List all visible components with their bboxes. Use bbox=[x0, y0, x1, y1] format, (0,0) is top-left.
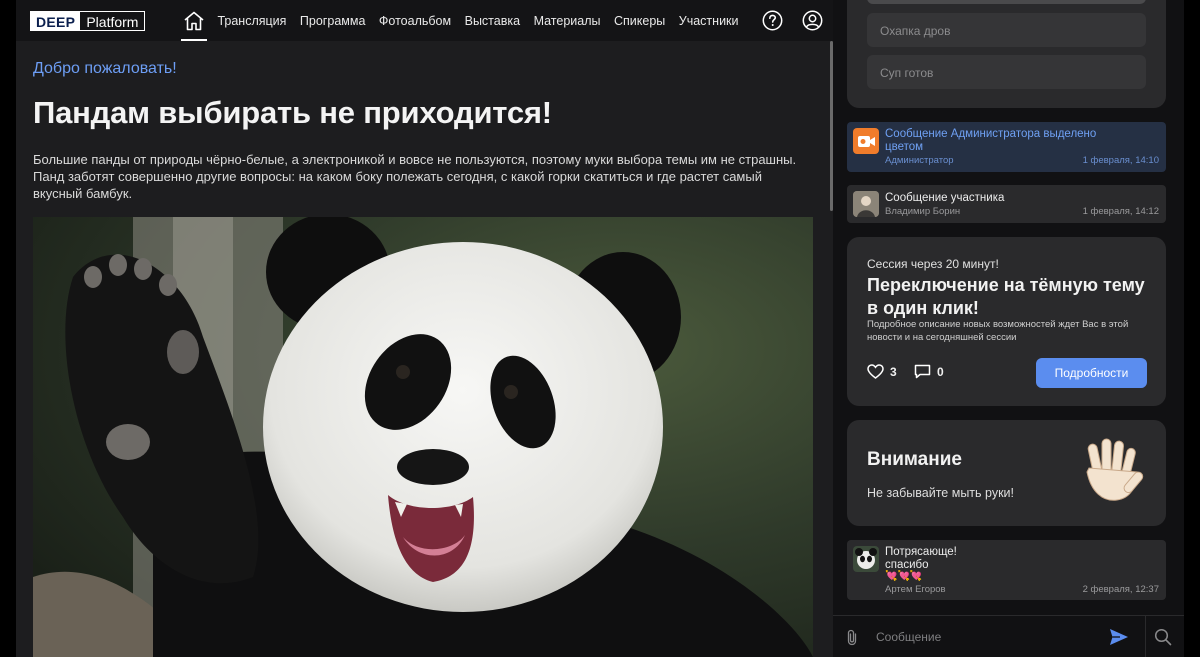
composer-divider bbox=[1145, 616, 1146, 657]
message-composer: Сообщение bbox=[833, 615, 1184, 657]
deep-platform-logo[interactable]: DEEP Platform bbox=[30, 10, 146, 31]
heart-icon bbox=[867, 364, 884, 379]
logo-platform-text: Platform bbox=[86, 13, 139, 30]
panda-photo bbox=[33, 217, 813, 657]
attention-text: Не забывайте мыть руки! bbox=[867, 486, 1014, 500]
session-description: Подробное описание новых возможностей жд… bbox=[867, 319, 1129, 343]
message-author: Артем Егоров bbox=[885, 584, 946, 595]
search-button[interactable] bbox=[1154, 628, 1172, 651]
chat-message-participant[interactable]: Сообщение участника Владимир Борин 1 фев… bbox=[847, 185, 1166, 223]
message-text: Потрясающе! спасибо 💘💘💘 bbox=[885, 546, 957, 584]
message-emoji: 💘💘💘 bbox=[885, 571, 923, 582]
nav-exhibition[interactable]: Выставка bbox=[465, 14, 520, 28]
search-icon bbox=[1154, 628, 1172, 646]
avatar bbox=[853, 191, 879, 217]
right-panel: Охапка дров Суп готов Сообщение Админист… bbox=[833, 0, 1184, 657]
message-time: 1 февраля, 14:10 bbox=[1082, 155, 1159, 166]
message-author: Администратор bbox=[885, 155, 954, 166]
article-lead: Большие панды от природы чёрно-белые, а … bbox=[33, 152, 797, 201]
avatar bbox=[853, 546, 879, 572]
send-button[interactable] bbox=[1109, 628, 1129, 651]
nav-speakers[interactable]: Спикеры bbox=[614, 14, 665, 28]
details-button[interactable]: Подробности bbox=[1036, 358, 1147, 388]
message-line-2: спасибо bbox=[885, 558, 929, 571]
nav-program[interactable]: Программа bbox=[300, 14, 366, 28]
profile-button[interactable] bbox=[801, 10, 823, 32]
chat-message-admin[interactable]: Сообщение Администратора выделено цветом… bbox=[847, 122, 1166, 172]
nav-photo-album[interactable]: Фотоальбом bbox=[379, 14, 451, 28]
nav-participants[interactable]: Участники bbox=[679, 14, 739, 28]
like-count: 3 bbox=[890, 364, 897, 379]
session-card: Сессия через 20 минут! Переключение на т… bbox=[847, 237, 1166, 406]
message-line-1: Потрясающе! bbox=[885, 546, 957, 558]
message-text: Сообщение Администратора выделено цветом bbox=[885, 128, 1097, 153]
user-icon bbox=[802, 10, 822, 31]
page-title: Пандам выбирать не приходится! bbox=[33, 95, 552, 130]
message-time: 2 февраля, 12:37 bbox=[1082, 584, 1159, 595]
main-nav: Трансляция Программа Фотоальбом Выставка… bbox=[217, 14, 752, 28]
poll-card: Охапка дров Суп готов bbox=[847, 0, 1166, 108]
message-text: Сообщение участника bbox=[885, 192, 1005, 204]
session-countdown: Сессия через 20 минут! bbox=[867, 257, 999, 271]
raised-hand-icon bbox=[1077, 436, 1147, 511]
comment-icon bbox=[914, 364, 931, 379]
main-content: Добро пожаловать! Пандам выбирать не при… bbox=[16, 41, 833, 657]
right-margin bbox=[1184, 0, 1200, 657]
help-button[interactable] bbox=[761, 10, 783, 32]
attention-card: Внимание Не забывайте мыть руки! bbox=[847, 420, 1166, 526]
attach-button[interactable] bbox=[845, 629, 859, 651]
home-button[interactable] bbox=[181, 0, 208, 41]
comments-button[interactable]: 0 bbox=[914, 364, 944, 379]
paperclip-icon bbox=[847, 629, 857, 646]
top-icons bbox=[761, 10, 823, 32]
welcome-text: Добро пожаловать! bbox=[33, 60, 177, 77]
like-button[interactable]: 3 bbox=[867, 364, 897, 379]
home-icon bbox=[184, 11, 204, 30]
message-input[interactable]: Сообщение bbox=[876, 630, 941, 644]
comment-count: 0 bbox=[937, 364, 944, 379]
poll-option-1[interactable]: Охапка дров bbox=[867, 13, 1146, 47]
nav-materials[interactable]: Материалы bbox=[534, 14, 601, 28]
left-margin bbox=[0, 0, 16, 657]
send-icon bbox=[1110, 629, 1128, 645]
logo-deep-text: DEEP bbox=[31, 11, 81, 30]
session-title: Переключение на тёмную тему в один клик! bbox=[867, 275, 1145, 318]
chat-message-participant[interactable]: Потрясающе! спасибо 💘💘💘 Артем Егоров 2 ф… bbox=[847, 540, 1166, 600]
message-time: 1 февраля, 14:12 bbox=[1082, 206, 1159, 217]
poll-option-2[interactable]: Суп готов bbox=[867, 55, 1146, 89]
message-author: Владимир Борин bbox=[885, 206, 961, 217]
help-icon bbox=[762, 10, 782, 31]
broadcast-icon bbox=[858, 136, 875, 147]
admin-avatar bbox=[853, 128, 879, 154]
poll-option-selected[interactable] bbox=[867, 0, 1146, 4]
attention-title: Внимание bbox=[867, 449, 962, 470]
top-navigation-bar: DEEP Platform Трансляция Программа Фотоа… bbox=[16, 0, 833, 41]
nav-broadcast[interactable]: Трансляция bbox=[217, 14, 286, 28]
